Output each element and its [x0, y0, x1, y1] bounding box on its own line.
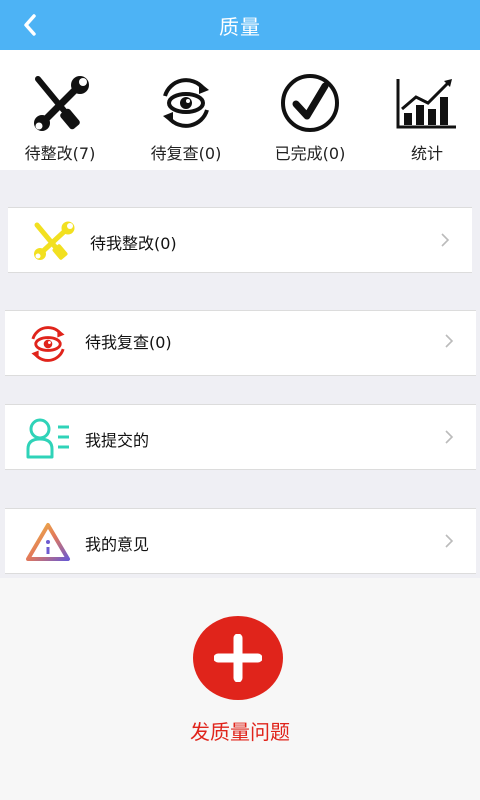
eye-review-icon: [31, 326, 65, 362]
chevron-right-icon: [445, 430, 454, 444]
app-header: 质量: [0, 0, 480, 50]
chevron-right-icon: [441, 233, 450, 247]
menu-item-label: 待我整改(0): [90, 234, 177, 253]
stat-completed[interactable]: 已完成(0): [250, 50, 370, 170]
chevron-right-icon: [445, 534, 454, 548]
menu-item-my-review[interactable]: 待我复查(0): [5, 310, 476, 376]
menu-item-label: 我提交的: [85, 431, 150, 450]
menu-item-label: 待我复查(0): [85, 333, 172, 352]
add-quality-issue-label[interactable]: 发质量问题: [0, 716, 480, 745]
stat-label: 待整改(7): [24, 144, 96, 163]
status-summary-bar: 待整改(7) 待复查(0) 已完成(0) 统计: [0, 50, 480, 170]
chevron-right-icon: [445, 334, 454, 348]
wrench-screwdriver-icon: [34, 76, 89, 131]
back-button[interactable]: [10, 0, 50, 50]
stat-label: 已完成(0): [274, 144, 346, 163]
menu-item-my-rectify[interactable]: 待我整改(0): [8, 207, 472, 273]
stat-pending-review[interactable]: 待复查(0): [126, 50, 246, 170]
stat-pending-rectify[interactable]: 待整改(7): [0, 50, 120, 170]
plus-icon: [214, 634, 262, 682]
warning-triangle-icon: [26, 523, 70, 561]
bar-chart-icon: [396, 79, 456, 129]
check-circle-icon: [281, 74, 339, 132]
stat-label: 统计: [410, 144, 443, 163]
stat-statistics[interactable]: 统计: [367, 50, 480, 170]
page-title: 质量: [219, 14, 261, 39]
eye-review-icon: [163, 78, 209, 128]
menu-item-my-feedback[interactable]: 我的意见: [5, 508, 476, 574]
menu-item-label: 我的意见: [85, 535, 150, 554]
add-quality-issue-button[interactable]: [193, 616, 283, 700]
chevron-left-icon: [24, 14, 36, 36]
tools-icon: [34, 221, 75, 260]
menu-item-my-submitted[interactable]: 我提交的: [5, 404, 476, 470]
user-list-icon: [26, 418, 69, 459]
stat-label: 待复查(0): [150, 144, 222, 163]
